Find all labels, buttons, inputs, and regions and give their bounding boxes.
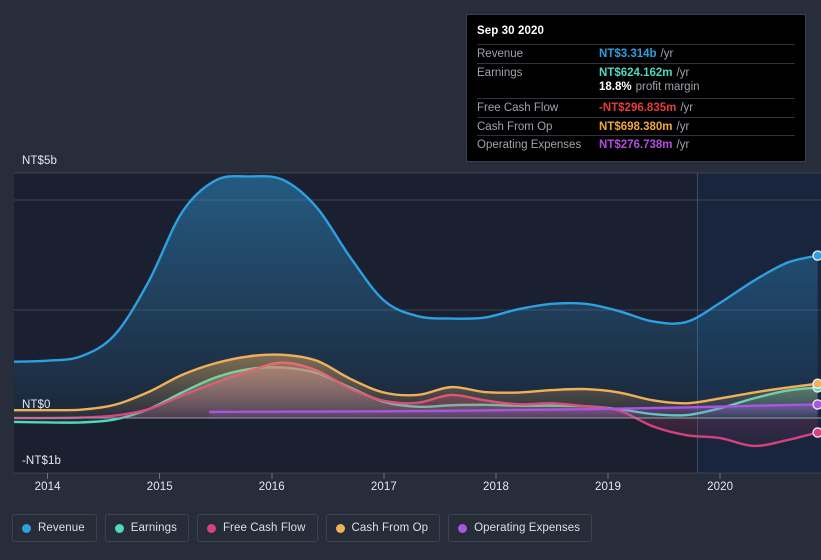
legend-item-earnings[interactable]: Earnings	[104, 514, 189, 542]
legend-color-dot-icon	[335, 523, 345, 533]
tooltip-row-value: NT$3.314b	[599, 48, 657, 60]
tooltip-row: Operating Expenses NT$276.738m/yr	[477, 135, 795, 154]
x-axis-tick-2014: 2014	[34, 481, 61, 493]
legend-item-revenue[interactable]: Revenue	[12, 514, 97, 542]
legend-color-dot-icon	[22, 523, 31, 533]
x-axis-tick-2015: 2015	[146, 481, 173, 493]
x-axis-tick-2016: 2016	[258, 481, 285, 493]
tooltip-row: Free Cash Flow -NT$296.835m/yr	[477, 98, 795, 117]
y-axis-label-zero: NT$0	[22, 399, 51, 411]
x-axis-tick-2018: 2018	[482, 481, 509, 493]
tooltip-row-suffix: /yr	[680, 102, 694, 114]
financial-performance-chart: NT$5b NT$0 -NT$1b 2014 2015 2016 2017 2018 20…	[0, 0, 821, 560]
x-axis-tick-2019: 2019	[595, 481, 622, 493]
tooltip-rows: Revenue NT$3.314b/yr Earnings NT$624.162m/y…	[477, 44, 795, 154]
tooltip-row-value: NT$276.738m	[599, 139, 673, 151]
legend-item-label: Operating Expenses	[474, 522, 581, 534]
tooltip-row-suffix: profit margin	[635, 81, 700, 93]
tooltip-date: Sep 30 2020	[477, 25, 544, 37]
tooltip-row-label: Cash From Op	[477, 120, 553, 133]
chart-legend: Revenue Earnings Free Cash Flow Cash From O…	[12, 514, 593, 542]
y-axis-label-bottom: -NT$1b	[22, 455, 61, 467]
x-axis-tick-2020: 2020	[707, 481, 734, 493]
legend-item-free-cash-flow[interactable]: Free Cash Flow	[196, 514, 318, 542]
tooltip-row-suffix: /yr	[660, 48, 674, 60]
tooltip-row-label: Free Cash Flow	[477, 102, 559, 114]
legend-item-label: Free Cash Flow	[222, 522, 306, 534]
tooltip-row-suffix: /yr	[676, 139, 690, 151]
tooltip-row-value: NT$624.162m	[599, 66, 673, 79]
tooltip-row-label: Revenue	[477, 48, 524, 60]
legend-color-dot-icon	[206, 523, 216, 533]
tooltip-row-value: 18.8%	[599, 81, 632, 93]
tooltip-row-label: Operating Expenses	[477, 139, 582, 151]
y-axis-label-top: NT$5b	[22, 155, 58, 167]
legend-color-dot-icon	[458, 523, 468, 533]
tooltip-row-suffix: /yr	[676, 66, 690, 79]
tooltip-row: 18.8% profit margin	[477, 81, 795, 98]
tooltip-row-value: -NT$296.835m	[599, 102, 677, 114]
legend-item-operating-expenses[interactable]: Operating Expenses	[448, 514, 593, 542]
tooltip-row: Cash From Op NT$698.380m/yr	[477, 116, 795, 136]
legend-color-dot-icon	[114, 523, 124, 533]
tooltip-row: Revenue NT$3.314b/yr	[477, 44, 795, 63]
data-tooltip: Sep 30 2020 Revenue NT$3.314b/yr Earnings N…	[466, 14, 806, 162]
legend-item-label: Revenue	[38, 522, 85, 534]
legend-item-label: Earnings	[130, 522, 177, 534]
legend-item-label: Cash From Op	[351, 522, 429, 534]
x-axis-tick-2017: 2017	[370, 481, 397, 493]
tooltip-row: Earnings NT$624.162m/yr	[477, 62, 795, 82]
tooltip-row-suffix: /yr	[676, 120, 690, 133]
tooltip-row-value: NT$698.380m	[599, 120, 673, 133]
tooltip-row-label: Earnings	[477, 66, 523, 79]
legend-item-cash-from-op[interactable]: Cash From Op	[325, 514, 441, 542]
